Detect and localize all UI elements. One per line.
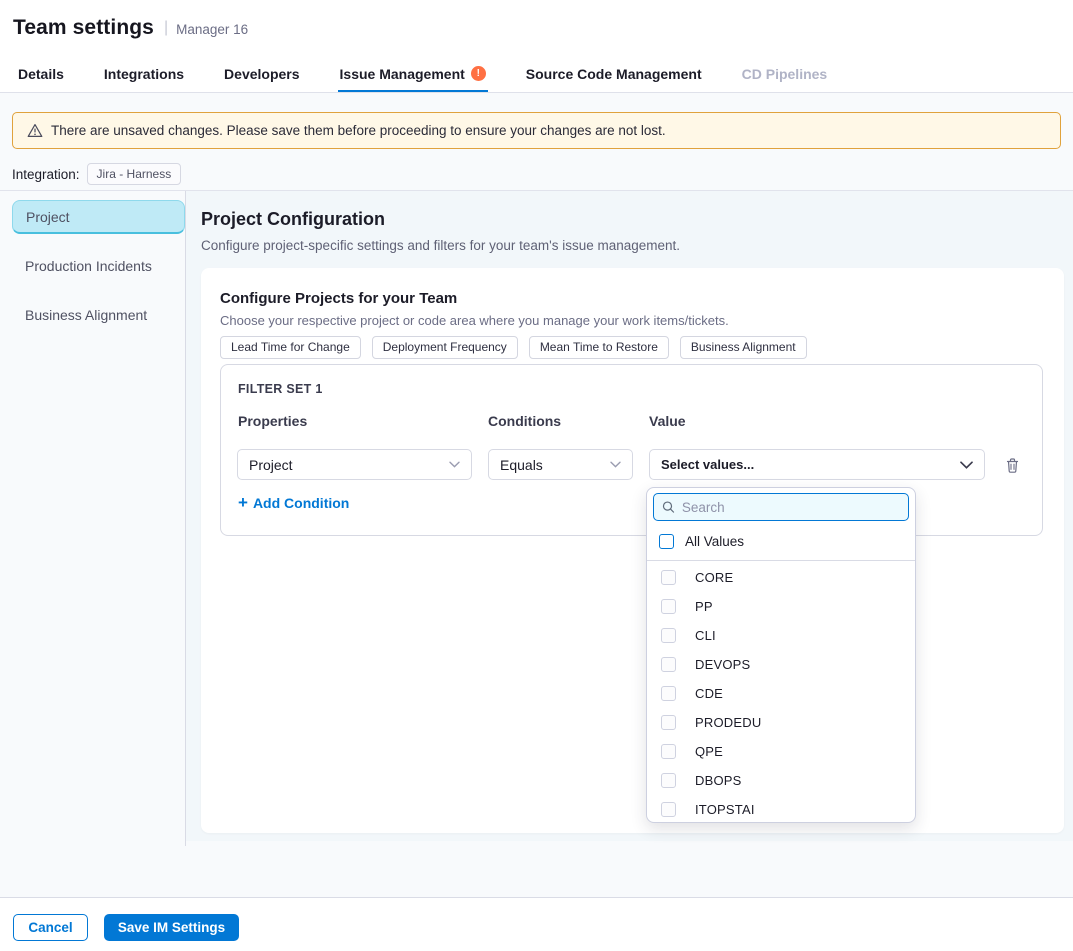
dropdown-search[interactable] <box>653 493 909 521</box>
value-select[interactable]: Select values... <box>649 449 985 480</box>
sidebar-item-project[interactable]: Project <box>12 200 185 234</box>
sidebar-divider <box>185 191 186 846</box>
horizontal-divider <box>0 190 1073 191</box>
search-icon <box>662 500 675 514</box>
checkbox[interactable] <box>661 744 676 759</box>
tab-integrations[interactable]: Integrations <box>104 55 184 92</box>
checkbox[interactable] <box>661 570 676 585</box>
title-separator: | <box>164 19 168 37</box>
option-dbops[interactable]: DBOPS <box>647 766 915 795</box>
section-subtitle: Configure project-specific settings and … <box>201 238 680 253</box>
chevron-down-icon <box>449 461 460 468</box>
tab-details[interactable]: Details <box>18 55 64 92</box>
page-title: Team settings <box>13 16 154 40</box>
team-name: Manager 16 <box>176 22 248 37</box>
checkbox[interactable] <box>661 715 676 730</box>
option-prodedu[interactable]: PRODEDU <box>647 708 915 737</box>
sidebar-item-production-incidents[interactable]: Production Incidents <box>12 249 185 283</box>
banner-message: There are unsaved changes. Please save t… <box>51 123 666 138</box>
filter-set-title: FILTER SET 1 <box>238 382 323 396</box>
option-devops[interactable]: DEVOPS <box>647 650 915 679</box>
card-title: Configure Projects for your Team <box>220 290 457 307</box>
search-input[interactable] <box>682 500 900 515</box>
sidebar-item-business-alignment[interactable]: Business Alignment <box>12 298 185 332</box>
add-condition-button[interactable]: + Add Condition <box>238 495 349 511</box>
option-cli[interactable]: CLI <box>647 621 915 650</box>
option-cde[interactable]: CDE <box>647 679 915 708</box>
plus-icon: + <box>238 494 248 511</box>
tab-issue-management[interactable]: Issue Management ! <box>340 55 486 92</box>
checkbox[interactable] <box>661 628 676 643</box>
unsaved-changes-banner: There are unsaved changes. Please save t… <box>12 112 1061 149</box>
dropdown-options-list: CORE PP CLI DEVOPS CDE PRODEDU QPE DBOPS… <box>647 561 915 823</box>
checkbox[interactable] <box>661 657 676 672</box>
tab-source-code-management[interactable]: Source Code Management <box>526 55 702 92</box>
settings-tabbar: Details Integrations Developers Issue Ma… <box>0 55 1073 93</box>
integration-row: Integration: Jira - Harness <box>12 163 181 185</box>
column-header-value: Value <box>649 413 686 429</box>
property-select[interactable]: Project <box>237 449 472 480</box>
checkbox[interactable] <box>661 599 676 614</box>
integration-label: Integration: <box>12 167 80 182</box>
metric-tag-business-alignment: Business Alignment <box>680 336 807 359</box>
checkbox[interactable] <box>661 686 676 701</box>
unsaved-changes-badge-icon: ! <box>471 66 486 81</box>
value-select-dropdown: All Values CORE PP CLI DEVOPS CDE PRODED… <box>646 487 916 823</box>
metric-tag-row: Lead Time for Change Deployment Frequenc… <box>220 336 807 359</box>
condition-select[interactable]: Equals <box>488 449 633 480</box>
card-subtitle: Choose your respective project or code a… <box>220 313 729 328</box>
option-pp[interactable]: PP <box>647 592 915 621</box>
trash-icon <box>1005 457 1020 474</box>
metric-tag-lead-time: Lead Time for Change <box>220 336 361 359</box>
section-title: Project Configuration <box>201 209 385 230</box>
column-header-conditions: Conditions <box>488 413 561 429</box>
chevron-down-icon <box>610 461 621 468</box>
option-core[interactable]: CORE <box>647 563 915 592</box>
chevron-down-icon <box>960 461 973 469</box>
option-itopstai[interactable]: ITOPSTAI <box>647 795 915 823</box>
action-footer: Cancel Save IM Settings <box>0 897 1073 951</box>
tab-cd-pipelines: CD Pipelines <box>742 55 828 92</box>
checkbox[interactable] <box>661 802 676 817</box>
save-im-settings-button[interactable]: Save IM Settings <box>104 914 239 941</box>
page-header: Team settings | Manager 16 <box>0 0 1073 55</box>
select-all-option[interactable]: All Values <box>647 528 915 555</box>
settings-sidebar: Project Production Incidents Business Al… <box>12 200 185 347</box>
option-qpe[interactable]: QPE <box>647 737 915 766</box>
filter-set-1: FILTER SET 1 Properties Conditions Value… <box>220 364 1043 536</box>
cancel-button[interactable]: Cancel <box>13 914 88 941</box>
column-header-properties: Properties <box>238 413 307 429</box>
checkbox[interactable] <box>661 773 676 788</box>
warning-icon <box>27 123 43 138</box>
metric-tag-deployment-frequency: Deployment Frequency <box>372 336 518 359</box>
tab-developers[interactable]: Developers <box>224 55 299 92</box>
configure-projects-card: Configure Projects for your Team Choose … <box>201 268 1064 833</box>
checkbox-all-values[interactable] <box>659 534 674 549</box>
metric-tag-mean-time-to-restore: Mean Time to Restore <box>529 336 669 359</box>
delete-condition-button[interactable] <box>1002 455 1022 475</box>
integration-chip[interactable]: Jira - Harness <box>87 163 182 185</box>
